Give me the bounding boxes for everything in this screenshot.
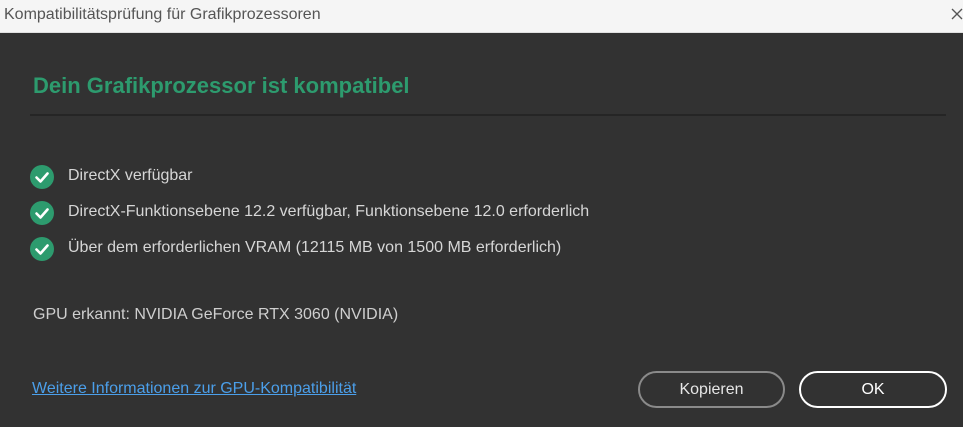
check-item-label: Über dem erforderlichen VRAM (12115 MB v… — [68, 239, 562, 256]
close-icon — [951, 8, 963, 20]
check-item-feature-level: DirectX-Funktionsebene 12.2 verfügbar, F… — [30, 199, 930, 235]
status-heading: Dein Grafikprozessor ist kompatibel — [33, 73, 410, 98]
check-circle-icon — [30, 201, 54, 225]
check-circle-icon — [30, 165, 54, 189]
gpu-compatibility-dialog: Kompatibilitätsprüfung für Grafikprozess… — [0, 0, 963, 427]
close-button[interactable] — [949, 0, 963, 33]
window-title: Kompatibilitätsprüfung für Grafikprozess… — [4, 6, 321, 23]
divider — [30, 114, 946, 116]
ok-button[interactable]: OK — [799, 371, 947, 408]
title-bar: Kompatibilitätsprüfung für Grafikprozess… — [0, 0, 963, 33]
copy-button[interactable]: Kopieren — [638, 371, 785, 408]
check-list: DirectX verfügbar DirectX-Funktionsebene… — [30, 163, 930, 271]
more-info-link[interactable]: Weitere Informationen zur GPU-Kompatibil… — [32, 380, 356, 398]
check-item-label: DirectX-Funktionsebene 12.2 verfügbar, F… — [68, 203, 590, 220]
check-item-vram: Über dem erforderlichen VRAM (12115 MB v… — [30, 235, 930, 271]
check-item-directx: DirectX verfügbar — [30, 163, 930, 199]
check-item-label: DirectX verfügbar — [68, 167, 193, 184]
gpu-detected-text: GPU erkannt: NVIDIA GeForce RTX 3060 (NV… — [33, 306, 399, 323]
check-circle-icon — [30, 237, 54, 261]
